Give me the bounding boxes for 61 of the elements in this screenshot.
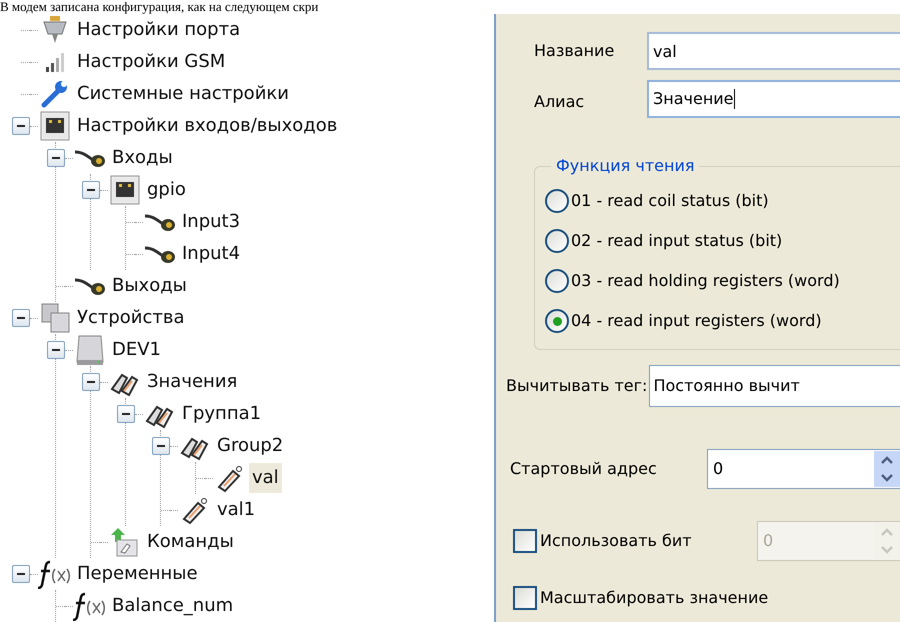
spin-buttons[interactable] [874, 451, 900, 487]
tree-item[interactable]: Значения [144, 367, 240, 397]
tree-item[interactable]: Переменные [74, 559, 201, 589]
field-label: Вычитывать тег: [506, 375, 648, 397]
radio-label: 02 - read input status (bit) [571, 230, 782, 252]
checkbox-label: Использовать бит [540, 530, 693, 552]
wrench-icon [40, 79, 70, 109]
tree-item[interactable]: Устройства [74, 303, 188, 333]
plug-icon [74, 276, 106, 296]
tree-item[interactable]: Настройки GSM [74, 47, 228, 77]
tree-item[interactable]: val1 [214, 495, 258, 525]
radio-label: 03 - read holding registers (word) [571, 270, 840, 292]
signal-bars-icon [43, 50, 67, 74]
tree-item[interactable]: Group2 [214, 431, 286, 461]
field-label: Стартовый адрес [510, 458, 658, 480]
radio-button[interactable] [545, 269, 569, 293]
tree-item[interactable]: Группа1 [179, 399, 264, 429]
plug-icon [74, 148, 106, 168]
read-tag-dropdown[interactable]: Постоянно вычит [649, 365, 900, 407]
collapse-toggle[interactable] [12, 309, 30, 327]
collapse-toggle[interactable] [117, 405, 135, 423]
collapse-toggle[interactable] [12, 117, 30, 135]
collapse-toggle[interactable] [12, 565, 30, 583]
checkbox-label: Масштабировать значение [540, 587, 768, 609]
drives-icon [39, 302, 71, 334]
field-label: Алиас [534, 91, 586, 113]
caption: В модем записана конфигурация, как на следующем скри [0, 0, 320, 14]
plug-icon [144, 212, 176, 232]
checkbox[interactable] [513, 586, 537, 610]
tree-item[interactable]: Настройки порта [74, 15, 244, 45]
radio-button[interactable] [545, 309, 569, 333]
radio-button[interactable] [545, 229, 569, 253]
radio-label: 01 - read coil status (bit) [571, 190, 769, 212]
alias-field[interactable]: Значение [647, 80, 900, 118]
collapse-toggle[interactable] [82, 181, 100, 199]
tree-item[interactable]: Input4 [179, 239, 244, 269]
radio-label: 04 - read input registers (word) [571, 310, 822, 332]
tree-item[interactable]: Input3 [179, 207, 244, 237]
tree-item[interactable]: Balance_num [109, 591, 236, 621]
collapse-toggle[interactable] [82, 373, 100, 391]
collapse-toggle[interactable] [152, 437, 170, 455]
tag-icon [215, 463, 245, 493]
tree-item[interactable]: Команды [144, 527, 237, 557]
connector-icon [41, 15, 69, 45]
tree-item[interactable]: val [249, 463, 282, 493]
radio-button[interactable] [545, 189, 569, 213]
tree-item[interactable]: DEV1 [109, 335, 164, 365]
tag-icon [180, 495, 210, 525]
tree-item[interactable]: Настройки входов/выходов [74, 111, 340, 141]
field-label: Название [534, 40, 616, 62]
plug-icon [144, 244, 176, 264]
tree-item[interactable]: Выходы [109, 271, 190, 301]
function-icon [38, 559, 72, 589]
tree-item[interactable]: Входы [109, 143, 176, 173]
name-field[interactable]: val [647, 32, 900, 70]
tree-item[interactable]: gpio [144, 175, 189, 205]
tree-item[interactable]: Системные настройки [74, 79, 292, 109]
collapse-toggle[interactable] [47, 341, 65, 359]
start-address-field[interactable]: 0 [707, 449, 900, 489]
function-icon [73, 591, 107, 621]
collapse-toggle[interactable] [47, 149, 65, 167]
